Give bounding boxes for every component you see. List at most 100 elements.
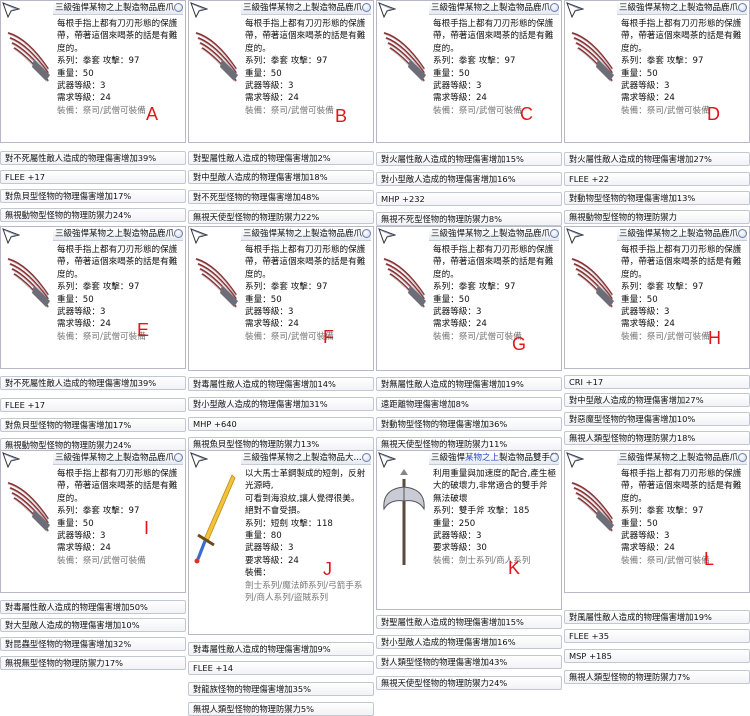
close-icon[interactable]	[362, 3, 371, 12]
item-title-bar[interactable]: 三級強悍某物之上製造物品大...	[241, 452, 371, 465]
claw-weapon-icon	[4, 19, 52, 119]
item-random-option: 對小型敵人造成的物理傷害增加16%	[376, 635, 562, 649]
close-icon[interactable]	[174, 3, 183, 12]
item-stat: 武器等級：3	[57, 531, 106, 542]
close-icon[interactable]	[738, 3, 747, 12]
item-flavor-text: 每根手指上都有刀刃形態的保護帶，帶著這個來喝茶的話是有難度的。	[245, 19, 366, 54]
item-random-option: 無視天使型怪物的物理防禦力11%	[376, 437, 562, 451]
close-icon[interactable]	[550, 229, 559, 238]
close-icon[interactable]	[362, 453, 371, 462]
close-icon[interactable]	[550, 3, 559, 12]
item-equip-classes: 裝備：祭司/武僧可裝備	[57, 555, 146, 566]
mouse-cursor-icon	[378, 228, 397, 245]
item-random-option: FLEE +17	[0, 170, 186, 184]
item-random-option: 無視無型怪物的物理防禦力17%	[0, 656, 186, 670]
item-stat: 重量：80	[245, 531, 282, 542]
item-title-bar[interactable]: 三級強悍某物之上製造物品雙手斧	[429, 452, 559, 465]
item-title-bar[interactable]: 三級強悍某物之上製造物品鹿爪	[429, 2, 559, 15]
item-title-bar[interactable]: 三級強悍某物之上製造物品鹿爪	[617, 452, 747, 465]
item-random-option: FLEE +14	[188, 661, 374, 675]
item-title-bar[interactable]: 三級強悍某物之上製造物品鹿爪	[429, 228, 559, 241]
item-random-option: FLEE +22	[564, 172, 750, 186]
item-stat: 系列：拳套 攻擊：97	[433, 56, 516, 67]
panel-label-h: H	[708, 328, 721, 348]
item-equip-classes: 裝備：劍士系列/商人系列	[433, 555, 531, 566]
item-equip-classes: 劍士系列/魔法師系列/弓箭手系列/商人系列/盜賊系列	[245, 580, 363, 604]
mouse-cursor-icon	[566, 228, 585, 245]
item-title-bar[interactable]: 三級強悍某物之上製造物品鹿爪	[617, 2, 747, 15]
item-stat: 系列：拳套 攻擊：97	[621, 56, 704, 67]
claw-weapon-icon	[4, 469, 52, 569]
close-icon[interactable]	[738, 453, 747, 462]
item-flavor-text: 每根手指上都有刀刃形態的保護帶，帶著這個來喝茶的話是有難度的。	[245, 245, 366, 280]
item-equip-classes: 裝備：祭司/武僧可裝備	[433, 105, 522, 116]
close-icon[interactable]	[174, 453, 183, 462]
item-description: 每根手指上都有刀刃形態的保護帶，帶著這個來喝茶的話是有難度的。 系列：拳套 攻擊：…	[57, 468, 181, 567]
item-random-option: 對火屬性敵人造成的物理傷害增加27%	[564, 152, 750, 166]
item-flavor-text: 每根手指上都有刀刃形態的保護帶，帶著這個來喝茶的話是有難度的。	[57, 19, 178, 54]
item-stat: 系列：雙手斧 攻擊：185	[433, 506, 530, 517]
item-random-option: 對惡魔型怪物的物理傷害增加10%	[564, 412, 750, 426]
item-equip-classes: 裝備：祭司/武僧可裝備	[245, 105, 334, 116]
item-stat: 需求等級：24	[433, 93, 487, 104]
item-stat: 武器等級：3	[245, 81, 294, 92]
item-title: 三級強悍某物之上製造物品鹿爪	[55, 453, 175, 463]
item-title-bar[interactable]: 三級強悍某物之上製造物品鹿爪	[53, 452, 183, 465]
item-tooltip-panel-i: 三級強悍某物之上製造物品鹿爪每根手指上都有刀刃形態的保護帶，帶著這個來喝茶的話是…	[0, 450, 186, 593]
item-unbreakable: 無法破壞	[433, 493, 468, 504]
item-title: 三級強悍某物之上製造物品鹿爪	[55, 229, 175, 239]
close-icon[interactable]	[174, 229, 183, 238]
item-random-option: FLEE +35	[564, 629, 750, 643]
item-equip-classes: 裝備：祭司/武僧可裝備	[621, 331, 710, 342]
item-title: 三級強悍某物之上製造物品鹿爪	[243, 3, 363, 13]
item-random-option: 對動物型怪物的物理傷害增加13%	[564, 191, 750, 205]
close-icon[interactable]	[362, 229, 371, 238]
item-tooltip-panel-e: 三級強悍某物之上製造物品鹿爪 每根手指上都有刀刃形態的保護帶，帶著這個來喝茶的話是…	[0, 226, 186, 369]
item-tooltip-panel-k: 三級強悍某物之上製造物品雙手斧利用重量與加速度的配合,產生極大的破壞力,非常適合…	[376, 450, 562, 610]
sword-weapon-icon	[192, 469, 240, 569]
item-description: 每根手指上都有刀刃形態的保護帶，帶著這個來喝茶的話是有難度的。 系列：拳套 攻擊：…	[245, 18, 369, 117]
panel-label-f: F	[323, 327, 334, 347]
claw-weapon-icon	[192, 245, 240, 345]
item-description: 每根手指上都有刀刃形態的保護帶，帶著這個來喝茶的話是有難度的。 系列：拳套 攻擊：…	[433, 244, 557, 343]
item-flavor-text: 可看到海浪紋,讓人覺得很美。	[245, 493, 360, 504]
item-stat: 重量：250	[433, 518, 476, 529]
item-description: 每根手指上都有刀刃形態的保護帶，帶著這個來喝茶的話是有難度的。系列：拳套 攻擊：…	[245, 244, 369, 343]
item-tooltip-panel-f: 三級強悍某物之上製造物品鹿爪每根手指上都有刀刃形態的保護帶，帶著這個來喝茶的話是…	[188, 226, 374, 371]
item-title-bar[interactable]: 三級強悍某物之上製造物品鹿爪	[53, 2, 183, 15]
close-icon[interactable]	[738, 229, 747, 238]
item-tooltip-panel-a: 三級強悍某物之上製造物品鹿爪每根手指上都有刀刃形態的保護帶，帶著這個來喝茶的話是…	[0, 0, 186, 143]
item-random-option: 對中型敵人造成的物理傷害增加18%	[188, 170, 374, 184]
item-stat: 系列：拳套 攻擊：97	[245, 282, 328, 293]
claw-weapon-icon	[192, 19, 240, 119]
item-stat: 系列：拳套 攻擊：97	[57, 56, 140, 67]
item-random-option: 對毒屬性敵人造成的物理傷害增加14%	[188, 377, 374, 391]
item-random-option: 對人類型怪物的物理傷害增加43%	[376, 655, 562, 669]
item-title: 三級強悍某物之上製造物品鹿爪	[619, 229, 739, 239]
item-random-option: 對大型敵人造成的物理傷害增加10%	[0, 618, 186, 632]
close-icon[interactable]	[550, 453, 559, 462]
item-stat: 重量：50	[433, 68, 470, 79]
item-stat: 系列：拳套 攻擊：97	[433, 282, 516, 293]
item-tooltip-panel-g: 三級強悍某物之上製造物品鹿爪每根手指上都有刀刃形態的保護帶，帶著這個來喝茶的話是…	[376, 226, 562, 371]
item-title-bar[interactable]: 三級強悍某物之上製造物品鹿爪	[617, 228, 747, 241]
item-description: 利用重量與加速度的配合,產生極大的破壞力,非常適合的雙手斧 無法破壞 系列：雙手斧 …	[433, 468, 557, 567]
item-stat: 需求等級：24	[245, 93, 299, 104]
item-stat: 重量：50	[57, 518, 94, 529]
item-stat: 重量：50	[57, 294, 94, 305]
item-stat: 重量：50	[433, 294, 470, 305]
claw-weapon-icon	[380, 245, 428, 345]
item-equip-classes: 裝備：祭司/武僧可裝備	[57, 105, 146, 116]
item-tooltip-panel-h: 三級強悍某物之上製造物品鹿爪 每根手指上都有刀刃形態的保護帶，帶著這個來喝茶的話是…	[564, 226, 750, 369]
item-title-prefix: 三級強悍	[431, 453, 466, 463]
item-title-bar[interactable]: 三級強悍某物之上製造物品鹿爪	[241, 2, 371, 15]
item-equip-classes: 裝備：祭司/武僧可裝備	[57, 331, 146, 342]
item-random-option: 無視動物型怪物的物理防禦力24%	[0, 208, 186, 222]
item-title-bar[interactable]: 三級強悍某物之上製造物品鹿爪	[241, 228, 371, 241]
item-flavor-text: 每根手指上都有刀刃形態的保護帶，帶著這個來喝茶的話是有難度的。	[57, 469, 178, 504]
item-stat: 武器等級：3	[433, 307, 482, 318]
item-title-bar[interactable]: 三級強悍某物之上製造物品鹿爪	[53, 228, 183, 241]
panel-label-i: I	[144, 518, 150, 538]
item-stat: 要求等級：30	[433, 543, 487, 554]
item-title: 三級強悍某物之上製造物品鹿爪	[243, 229, 363, 239]
